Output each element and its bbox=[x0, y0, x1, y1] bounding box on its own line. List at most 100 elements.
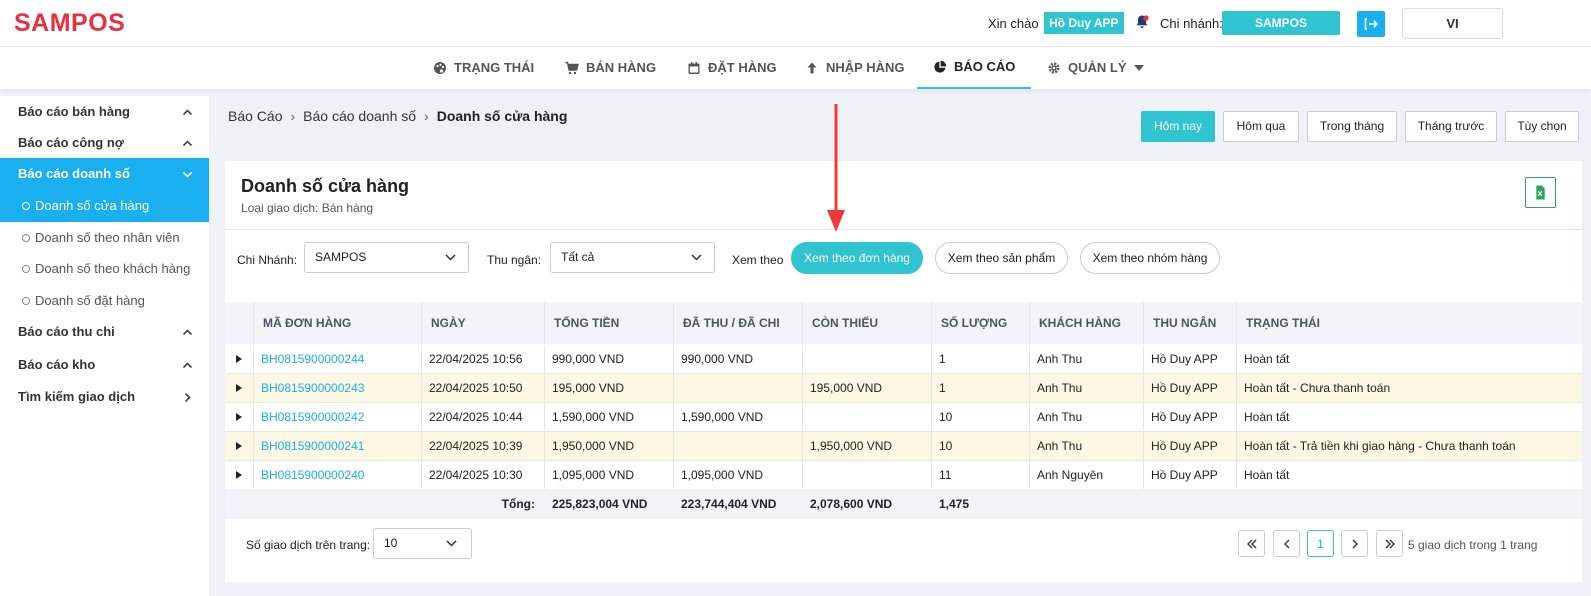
sidebar-group-doanh-so[interactable]: Báo cáo doanh số bbox=[0, 158, 209, 190]
table-row[interactable]: BH0815900000240 22/04/2025 10:30 1,095,000… bbox=[225, 461, 1582, 490]
page-number-button[interactable]: 1 bbox=[1307, 530, 1334, 557]
nav-ban-hang[interactable]: BÁN HÀNG bbox=[565, 47, 656, 89]
branch-badge[interactable]: SAMPOS bbox=[1222, 11, 1340, 35]
sidebar-group-label: Tìm kiếm giao dịch bbox=[18, 389, 136, 404]
date-filter-this-month-button[interactable]: Trong tháng bbox=[1307, 111, 1397, 142]
sidebar-group-ban-hang[interactable]: Báo cáo bán hàng bbox=[0, 96, 209, 128]
caret-right-icon bbox=[236, 355, 242, 363]
sidebar-group-label: Báo cáo thu chi bbox=[18, 324, 115, 339]
table-cell: Anh Thu bbox=[1030, 374, 1144, 402]
view-by-group-button[interactable]: Xem theo nhóm hàng bbox=[1080, 242, 1220, 274]
sidebar-group-thu-chi[interactable]: Báo cáo thu chi bbox=[0, 316, 209, 348]
date-filter-yesterday-button[interactable]: Hôm qua bbox=[1223, 111, 1299, 142]
column-header[interactable]: MÃ ĐƠN HÀNG bbox=[254, 302, 422, 344]
column-header[interactable]: KHÁCH HÀNG bbox=[1030, 302, 1144, 344]
next-page-button[interactable] bbox=[1341, 530, 1368, 557]
nav-quan-ly[interactable]: QUẢN LÝ bbox=[1047, 47, 1144, 89]
sidebar-item-doanh-so-khach-hang[interactable]: Doanh số theo khách hàng bbox=[0, 253, 209, 285]
total-label: Tổng: bbox=[501, 497, 535, 511]
app-logo[interactable]: SAMPOS bbox=[14, 9, 125, 38]
first-page-button[interactable] bbox=[1238, 530, 1265, 557]
bell-icon[interactable] bbox=[1134, 14, 1150, 30]
column-header[interactable]: TRẠNG THÁI bbox=[1237, 302, 1582, 344]
logout-icon bbox=[1364, 18, 1379, 30]
table-cell: 22/04/2025 10:30 bbox=[422, 461, 545, 489]
table-row[interactable]: BH0815900000241 22/04/2025 10:39 1,950,000… bbox=[225, 432, 1582, 461]
user-badge[interactable]: Hồ Duy APP bbox=[1044, 12, 1124, 34]
sidebar-group-tim-kiem[interactable]: Tìm kiếm giao dịch bbox=[0, 381, 209, 413]
column-header[interactable]: TỔNG TIỀN bbox=[545, 302, 674, 344]
table-cell: 1,590,000 VND bbox=[545, 403, 674, 431]
table-cell: Hồ Duy APP bbox=[1144, 403, 1237, 431]
nav-nhap-hang[interactable]: NHẬP HÀNG bbox=[805, 47, 905, 89]
column-header[interactable]: THU NGÂN bbox=[1144, 302, 1237, 344]
chevron-left-icon bbox=[1283, 539, 1289, 548]
order-code-link[interactable]: BH0815900000241 bbox=[254, 432, 422, 460]
logout-button[interactable] bbox=[1357, 11, 1385, 37]
breadcrumb-item[interactable]: Báo Cáo bbox=[228, 108, 282, 124]
column-header[interactable]: NGÀY bbox=[422, 302, 545, 344]
chevron-right-icon bbox=[184, 392, 191, 403]
language-button[interactable]: VI bbox=[1402, 8, 1503, 39]
sidebar-item-doanh-so-nhan-vien[interactable]: Doanh số theo nhân viên bbox=[0, 222, 209, 254]
total-quantity: 1,475 bbox=[939, 497, 970, 511]
table-row[interactable]: BH0815900000243 22/04/2025 10:50 195,000 V… bbox=[225, 374, 1582, 403]
order-code-link[interactable]: BH0815900000240 bbox=[254, 461, 422, 489]
sidebar-group-kho[interactable]: Báo cáo kho bbox=[0, 349, 209, 381]
total-paid: 223,744,404 VND bbox=[681, 497, 777, 511]
branch-select[interactable]: SAMPOS bbox=[304, 242, 469, 273]
order-code-link[interactable]: BH0815900000243 bbox=[254, 374, 422, 402]
nav-trang-thai[interactable]: TRẠNG THÁI bbox=[433, 47, 534, 89]
export-excel-button[interactable] bbox=[1525, 177, 1556, 208]
last-page-button[interactable] bbox=[1376, 530, 1403, 557]
order-code-link[interactable]: BH0815900000242 bbox=[254, 403, 422, 431]
breadcrumb-item[interactable]: Báo cáo doanh số bbox=[303, 108, 416, 124]
nav-dat-hang[interactable]: ĐẶT HÀNG bbox=[687, 47, 777, 89]
branch-label: Chi nhánh: bbox=[1160, 16, 1223, 31]
calendar-icon bbox=[688, 62, 700, 74]
cashier-select-value: Tất cả bbox=[561, 250, 595, 264]
chevron-right-icon bbox=[1352, 539, 1358, 548]
table-row[interactable]: BH0815900000242 22/04/2025 10:44 1,590,000… bbox=[225, 403, 1582, 432]
sidebar-item-doanh-so-dat-hang[interactable]: Doanh số đặt hàng bbox=[0, 285, 209, 317]
view-by-order-button[interactable]: Xem theo đơn hàng bbox=[791, 242, 923, 274]
row-expand-toggle[interactable] bbox=[225, 403, 254, 431]
column-header[interactable]: SỐ LƯỢNG bbox=[932, 302, 1030, 344]
table-cell: Anh Nguyên bbox=[1030, 461, 1144, 489]
caret-right-icon bbox=[236, 413, 242, 421]
date-filter-last-month-button[interactable]: Tháng trước bbox=[1405, 111, 1497, 142]
row-expand-toggle[interactable] bbox=[225, 461, 254, 489]
branch-select-value: SAMPOS bbox=[315, 250, 367, 264]
chevron-down-icon bbox=[691, 254, 702, 261]
cashier-select[interactable]: Tất cả bbox=[550, 242, 715, 273]
per-page-select[interactable]: 10 bbox=[373, 528, 472, 559]
row-expand-toggle[interactable] bbox=[225, 374, 254, 402]
table-cell: Anh Thu bbox=[1030, 345, 1144, 373]
table-cell: 10 bbox=[932, 432, 1030, 460]
total-amount: 225,823,004 VND bbox=[552, 497, 648, 511]
table-cell: 195,000 VND bbox=[545, 374, 674, 402]
column-header[interactable]: CÒN THIẾU bbox=[803, 302, 932, 344]
table-row[interactable]: BH0815900000244 22/04/2025 10:56 990,000 V… bbox=[225, 345, 1582, 374]
caret-right-icon bbox=[236, 471, 242, 479]
table-header-row: MÃ ĐƠN HÀNG NGÀY TỔNG TIỀN ĐÃ THU / ĐÃ C… bbox=[225, 302, 1582, 344]
nav-label: NHẬP HÀNG bbox=[826, 60, 905, 75]
nav-label: ĐẶT HÀNG bbox=[708, 60, 777, 75]
view-by-product-button[interactable]: Xem theo sản phẩm bbox=[935, 242, 1068, 274]
row-expand-toggle[interactable] bbox=[225, 432, 254, 460]
column-header[interactable]: ĐÃ THU / ĐÃ CHI bbox=[674, 302, 803, 344]
table-cell: Anh Thu bbox=[1030, 432, 1144, 460]
top-header: SAMPOS Xin chào Hồ Duy APP Chi nhánh: SA… bbox=[0, 0, 1591, 47]
prev-page-button[interactable] bbox=[1273, 530, 1300, 557]
row-expand-toggle[interactable] bbox=[225, 345, 254, 373]
nav-bao-cao[interactable]: BÁO CÁO bbox=[917, 47, 1031, 89]
sidebar-item-label: Doanh số đặt hàng bbox=[35, 293, 145, 308]
date-filter-custom-button[interactable]: Tùy chọn bbox=[1505, 111, 1579, 142]
sidebar-item-doanh-so-cua-hang[interactable]: Doanh số cửa hàng bbox=[0, 190, 209, 222]
order-code-link[interactable]: BH0815900000244 bbox=[254, 345, 422, 373]
table-cell bbox=[674, 432, 803, 460]
date-filter-today-button[interactable]: Hôm nay bbox=[1141, 111, 1215, 142]
table-cell: 11 bbox=[932, 461, 1030, 489]
sidebar-group-cong-no[interactable]: Báo cáo công nợ bbox=[0, 127, 209, 159]
caret-down-icon bbox=[1133, 65, 1144, 71]
